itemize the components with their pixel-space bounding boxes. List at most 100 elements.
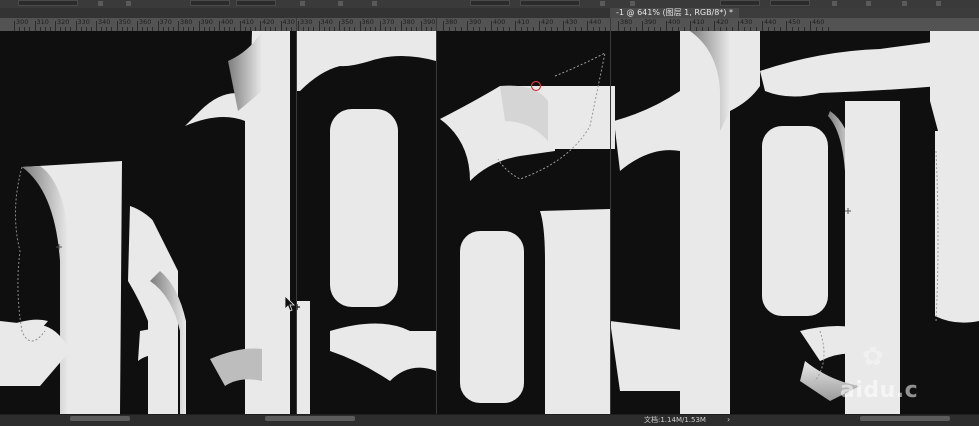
ruler-label: 340 [320,18,333,26]
panel-divider [436,18,437,414]
horizontal-ruler[interactable]: 300 310 320 330 340 350 360 370 380 390 400 410 420 4… [0,18,296,32]
option-field[interactable] [236,0,276,6]
ruler-label: 320 [57,18,70,26]
ruler-major-tick [34,21,36,31]
ruler-major-tick [400,21,402,31]
glyph-panel-1 [0,31,290,414]
ruler-major-tick [515,21,516,31]
ruler-label: 360 [361,18,374,26]
option-field[interactable] [770,0,810,6]
horizontal-ruler[interactable]: 380 390 400 410 420 430 440 450 460 [610,18,979,32]
ruler-major-tick [666,21,667,31]
option-field[interactable] [18,0,78,6]
option-checkbox[interactable] [126,1,131,6]
ruler-label: 300 [16,18,29,26]
option-field[interactable] [520,0,580,6]
ruler-label: 460 [812,18,825,26]
ruler-label: 310 [36,18,49,26]
ruler-major-tick [539,21,540,31]
ruler-label: 450 [788,18,801,26]
watermark-text: aidu.c [840,378,919,403]
ruler-label: 330 [77,18,90,26]
ruler-label: 420 [262,18,275,26]
ruler-label: 360 [139,18,152,26]
ruler-label: 440 [764,18,777,26]
ruler-label: 330 [300,18,313,26]
ruler-label: 380 [180,18,193,26]
horizontal-scrollbar-thumb[interactable] [70,416,130,421]
option-checkbox[interactable] [372,1,377,6]
document-size: 文档:1.14M/1.53M [644,416,706,424]
ruler-label: 400 [493,18,506,26]
ruler-label: 410 [517,18,530,26]
document-tab[interactable]: -1 @ 641% (图层 1, RGB/8*) * [610,8,740,18]
ruler-label: 340 [98,18,111,26]
ruler-label: 390 [423,18,436,26]
ruler-major-tick [421,21,422,31]
ruler-label: 410 [241,18,254,26]
ruler-label: 440 [589,18,602,26]
ruler-major-tick [157,21,159,31]
ruler-major-tick [467,21,468,31]
ruler-label: 400 [221,18,234,26]
ruler-label: 390 [200,18,213,26]
option-checkbox[interactable] [832,1,837,6]
document-tab-bar: -1 @ 641% (图层 1, RGB/8*) * [610,8,979,18]
option-checkbox[interactable] [300,1,305,6]
ruler-major-tick [762,21,763,31]
ruler-major-tick [587,21,588,31]
ruler-major-tick [14,21,15,31]
ruler-label: 390 [644,18,657,26]
ruler-major-tick [618,21,619,31]
ruler-major-tick [75,21,77,31]
ruler-major-tick [55,21,56,31]
ruler-label: 420 [716,18,729,26]
ruler-label: 400 [668,18,681,26]
ruler-label: 430 [565,18,578,26]
ruler-major-tick [318,21,320,31]
panel-divider [610,18,611,414]
ruler-label: 420 [541,18,554,26]
option-field[interactable] [720,0,760,6]
ruler-major-tick [116,21,118,31]
glyph-panel-4 [610,31,979,414]
ruler-major-tick [178,21,179,31]
ruler-major-tick [642,21,643,31]
status-menu-arrow-icon[interactable]: › [727,415,730,425]
glyph-panel-2 [296,31,436,414]
tab-strip-left [0,8,610,18]
ruler-major-tick [219,21,220,31]
ruler-major-tick [359,21,361,31]
ruler-major-tick [738,21,739,31]
ruler-major-tick [280,21,282,31]
horizontal-ruler[interactable]: 380 390 400 410 420 430 440 [437,18,610,32]
option-field[interactable] [470,0,510,6]
status-bar: 文档:1.14M/1.53M › [0,414,979,426]
option-checkbox[interactable] [936,1,941,6]
option-checkbox[interactable] [600,1,605,6]
horizontal-scrollbar-thumb[interactable] [265,416,355,421]
ruler-major-tick [380,21,381,31]
option-checkbox[interactable] [630,1,635,6]
option-checkbox[interactable] [902,1,907,6]
glyph-panel-3 [437,52,615,414]
ruler-label: 350 [118,18,131,26]
option-checkbox[interactable] [338,1,343,6]
option-checkbox[interactable] [866,1,871,6]
ruler-major-tick [298,21,299,31]
option-checkbox[interactable] [98,1,103,6]
horizontal-scrollbar-thumb[interactable] [860,416,950,421]
ruler-label: 380 [445,18,458,26]
ruler-label: 380 [402,18,415,26]
ruler-label: 370 [159,18,172,26]
horizontal-ruler[interactable]: 330 340 350 360 370 380 390 [296,18,436,32]
panel-divider [296,18,297,414]
ruler-major-tick [443,21,444,31]
ruler-major-tick [137,21,138,31]
ruler-major-tick [339,21,340,31]
ruler-major-tick [260,21,261,31]
ruler-major-tick [563,21,564,31]
option-field[interactable] [190,0,230,6]
ruler-major-tick [239,21,241,31]
document-canvas[interactable] [0,31,979,414]
